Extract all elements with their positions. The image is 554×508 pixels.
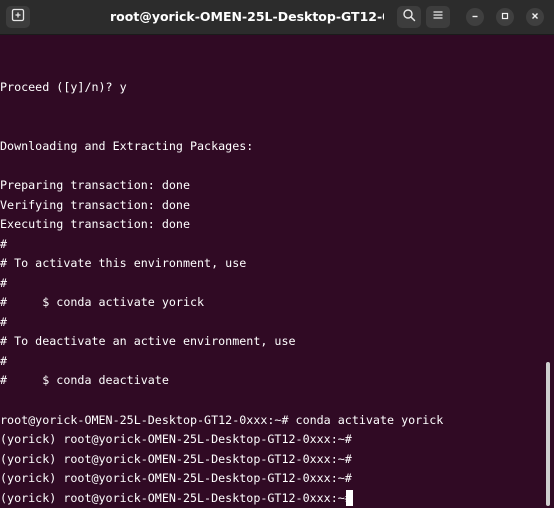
new-tab-icon xyxy=(11,8,25,27)
terminal-line: root@yorick-OMEN-25L-Desktop-GT12-0xxx:~… xyxy=(0,413,444,427)
hamburger-menu-icon xyxy=(432,8,444,26)
terminal-output[interactable]: Proceed ([y]/n)? y Downloading and Extra… xyxy=(0,35,546,508)
new-tab-button[interactable] xyxy=(6,6,30,28)
close-button[interactable] xyxy=(526,8,544,26)
terminal-line: (yorick) root@yorick-OMEN-25L-Desktop-GT… xyxy=(0,491,352,505)
terminal-line: Verifying transaction: done xyxy=(0,198,190,212)
maximize-icon xyxy=(500,8,510,26)
terminal-line: # xyxy=(0,354,8,368)
search-icon xyxy=(402,8,416,27)
minimize-button[interactable] xyxy=(466,8,484,26)
terminal-window: root@yorick-OMEN-25L-Desktop-GT12-0xxx: … xyxy=(0,0,554,508)
title-bar: root@yorick-OMEN-25L-Desktop-GT12-0xxx: … xyxy=(0,0,554,35)
maximize-button[interactable] xyxy=(496,8,514,26)
text-cursor xyxy=(346,490,353,506)
terminal-line: (yorick) root@yorick-OMEN-25L-Desktop-GT… xyxy=(0,452,352,466)
terminal-line: # xyxy=(0,276,8,290)
terminal-line: Executing transaction: done xyxy=(0,217,190,231)
terminal-line: # xyxy=(0,315,8,329)
scrollbar[interactable] xyxy=(546,362,550,506)
terminal-line: (yorick) root@yorick-OMEN-25L-Desktop-GT… xyxy=(0,471,352,485)
menu-button[interactable] xyxy=(426,6,450,28)
minimize-icon xyxy=(470,8,480,26)
terminal-line: Downloading and Extracting Packages: xyxy=(0,139,254,153)
terminal-line: # $ conda deactivate xyxy=(0,373,169,387)
terminal-line: # To activate this environment, use xyxy=(0,256,247,270)
terminal-line: # $ conda activate yorick xyxy=(0,295,205,309)
terminal-line: # xyxy=(0,237,8,251)
close-icon xyxy=(530,8,540,26)
terminal-line: Proceed ([y]/n)? y xyxy=(0,80,127,94)
window-title: root@yorick-OMEN-25L-Desktop-GT12-0xxx: … xyxy=(110,9,384,24)
terminal-line: # To deactivate an active environment, u… xyxy=(0,334,296,348)
terminal-line: Preparing transaction: done xyxy=(0,178,190,192)
search-button[interactable] xyxy=(397,6,421,28)
terminal-line: (yorick) root@yorick-OMEN-25L-Desktop-GT… xyxy=(0,432,352,446)
